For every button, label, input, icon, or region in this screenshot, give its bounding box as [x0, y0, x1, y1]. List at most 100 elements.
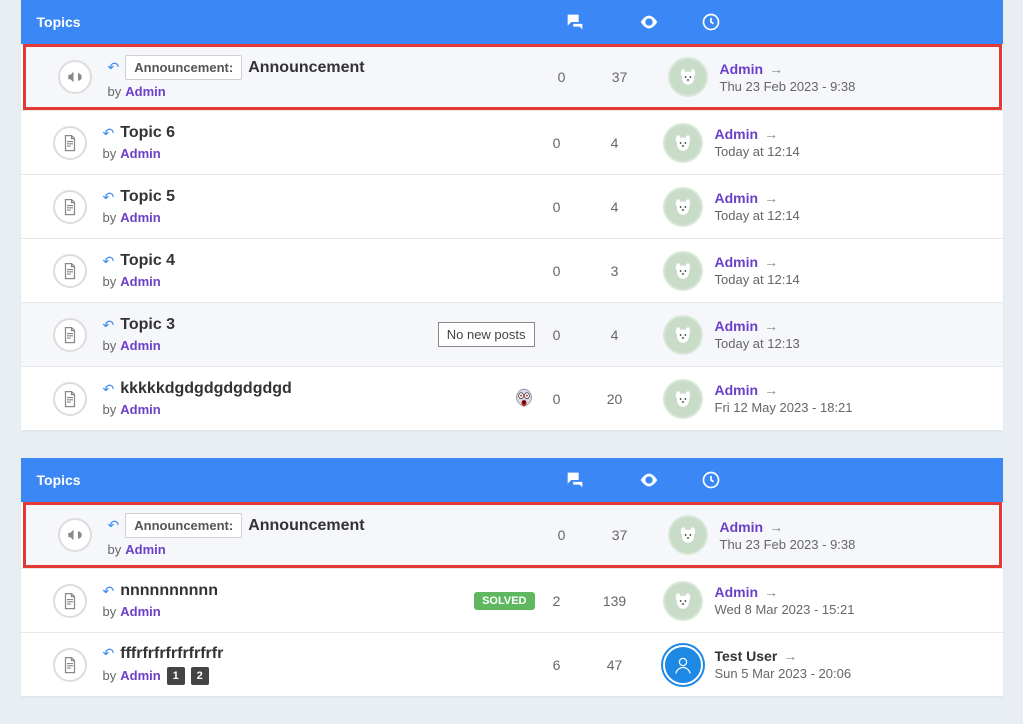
topic-title-link[interactable]: nnnnnnnnnn	[120, 582, 218, 600]
replies-count: 0	[535, 327, 579, 343]
avatar[interactable]	[663, 251, 703, 291]
topic-row[interactable]: ↶Topic 6by Admin04Admin→Today at 12:14	[21, 110, 1003, 174]
goto-post-icon[interactable]: →	[764, 318, 778, 334]
reply-arrow-icon: ↶	[103, 189, 115, 206]
page-link[interactable]: 2	[191, 667, 209, 685]
last-post-user-link[interactable]: Admin	[715, 382, 759, 398]
last-post-user-link[interactable]: Admin	[720, 61, 764, 77]
reply-arrow-icon: ↶	[103, 317, 115, 334]
last-post: Admin → Today at 12:14	[651, 187, 987, 227]
goto-post-icon[interactable]: →	[764, 382, 778, 398]
avatar[interactable]	[663, 379, 703, 419]
avatar[interactable]	[663, 645, 703, 685]
avatar[interactable]	[668, 515, 708, 555]
topic-extra: No new posts	[435, 322, 535, 347]
topic-byline: by Admin	[108, 542, 432, 557]
replies-count: 0	[535, 263, 579, 279]
topic-status-icon	[37, 190, 103, 224]
last-post-user-link[interactable]: Admin	[720, 519, 764, 535]
topic-author-link[interactable]: Admin	[120, 668, 160, 683]
topic-byline: by Admin	[103, 274, 427, 289]
topic-main: ↶kkkkkdgdgdgdgdgdgdby Admin	[103, 380, 435, 417]
topic-title-link[interactable]: kkkkkdgdgdgdgdgdgd	[120, 380, 292, 398]
topic-byline: by Admin	[103, 338, 427, 353]
clock-icon	[685, 12, 987, 32]
topic-title-link[interactable]: Topic 3	[120, 316, 175, 334]
topic-title-link[interactable]: Topic 6	[120, 124, 175, 142]
topic-author-link[interactable]: Admin	[120, 274, 160, 289]
views-count: 37	[584, 69, 656, 85]
topic-row[interactable]: ↶fffrfrfrfrfrfrfrfrby Admin12647Test Use…	[21, 632, 1003, 696]
views-count: 20	[579, 391, 651, 407]
goto-post-icon[interactable]: →	[764, 254, 778, 270]
last-post: Admin→Thu 23 Feb 2023 - 9:38	[656, 57, 983, 97]
avatar[interactable]	[663, 187, 703, 227]
views-count: 4	[579, 199, 651, 215]
topic-status-icon	[37, 254, 103, 288]
topic-row[interactable]: ↶nnnnnnnnnnby AdminSOLVED2139Admin→Wed 8…	[21, 568, 1003, 632]
topic-title-link[interactable]: fffrfrfrfrfrfrfrfr	[120, 645, 223, 663]
topic-main: ↶ Topic 3 by Admin	[103, 316, 435, 353]
last-post: Admin → Thu 23 Feb 2023 - 9:38	[656, 515, 983, 555]
topic-extra	[435, 388, 535, 410]
last-post-user-link[interactable]: Admin	[715, 254, 759, 270]
topic-author-link[interactable]: Admin	[120, 210, 160, 225]
topic-row[interactable]: ↶Announcement:Announcementby Admin037Adm…	[23, 44, 1002, 110]
goto-post-icon[interactable]: →	[783, 648, 797, 664]
reply-arrow-icon: ↶	[103, 381, 115, 398]
topic-main: ↶Announcement:Announcementby Admin	[108, 55, 440, 99]
topic-byline: by Admin12	[103, 667, 427, 685]
reply-arrow-icon: ↶	[103, 253, 115, 270]
topic-main: ↶Topic 6by Admin	[103, 124, 435, 161]
last-post-user-link[interactable]: Admin	[715, 584, 759, 600]
last-post-time: Today at 12:14	[715, 208, 800, 223]
last-post-user-link[interactable]: Admin	[715, 190, 759, 206]
avatar[interactable]	[663, 315, 703, 355]
topic-title-link[interactable]: Topic 4	[120, 252, 175, 270]
topic-author-link[interactable]: Admin	[120, 338, 160, 353]
goto-post-icon[interactable]: →	[769, 61, 783, 77]
views-count: 47	[579, 657, 651, 673]
last-post: Admin→Today at 12:13	[651, 315, 987, 355]
replies-icon	[537, 11, 613, 33]
last-post-user-link[interactable]: Test User	[715, 648, 778, 664]
last-post-user-link[interactable]: Admin	[715, 126, 759, 142]
topic-author-link[interactable]: Admin	[125, 542, 165, 557]
topic-row[interactable]: ↶Topic 5by Admin04Admin→Today at 12:14	[21, 174, 1003, 238]
topic-title-link[interactable]: Announcement	[248, 59, 364, 77]
topic-author-link[interactable]: Admin	[125, 84, 165, 99]
avatar[interactable]	[663, 123, 703, 163]
topic-row[interactable]: ↶Announcement:Announcementby Admin037Adm…	[23, 502, 1002, 568]
topic-author-link[interactable]: Admin	[120, 402, 160, 417]
topic-author-link[interactable]: Admin	[120, 146, 160, 161]
views-icon	[613, 11, 685, 33]
scream-emoji-icon	[513, 388, 535, 410]
topic-status-icon	[42, 518, 108, 552]
topic-row[interactable]: ↶Topic 3by AdminNo new posts04Admin→Toda…	[21, 302, 1003, 366]
replies-count: 0	[535, 135, 579, 151]
avatar[interactable]	[668, 57, 708, 97]
topic-status-icon	[37, 584, 103, 618]
last-post-time: Thu 23 Feb 2023 - 9:38	[720, 537, 856, 552]
views-count: 139	[579, 593, 651, 609]
goto-post-icon[interactable]: →	[764, 584, 778, 600]
replies-count: 0	[535, 391, 579, 407]
topic-title-link[interactable]: Announcement	[248, 517, 364, 535]
reply-arrow-icon: ↶	[108, 517, 120, 534]
topic-row[interactable]: ↶kkkkkdgdgdgdgdgdgdby Admin020Admin→Fri …	[21, 366, 1003, 430]
replies-count: 2	[535, 593, 579, 609]
goto-post-icon[interactable]: →	[764, 126, 778, 142]
topic-author-link[interactable]: Admin	[120, 604, 160, 619]
goto-post-icon[interactable]: →	[769, 519, 783, 535]
avatar[interactable]	[663, 581, 703, 621]
replies-icon	[537, 469, 613, 491]
page-link[interactable]: 1	[167, 667, 185, 685]
views-count: 4	[579, 327, 651, 343]
topic-row[interactable]: ↶Topic 4by Admin03Admin→Today at 12:14	[21, 238, 1003, 302]
solved-badge: SOLVED	[474, 592, 534, 610]
reply-arrow-icon: ↶	[108, 59, 120, 76]
topic-byline: by Admin	[108, 84, 432, 99]
topic-title-link[interactable]: Topic 5	[120, 188, 175, 206]
goto-post-icon[interactable]: →	[764, 190, 778, 206]
last-post-user-link[interactable]: Admin	[715, 318, 759, 334]
